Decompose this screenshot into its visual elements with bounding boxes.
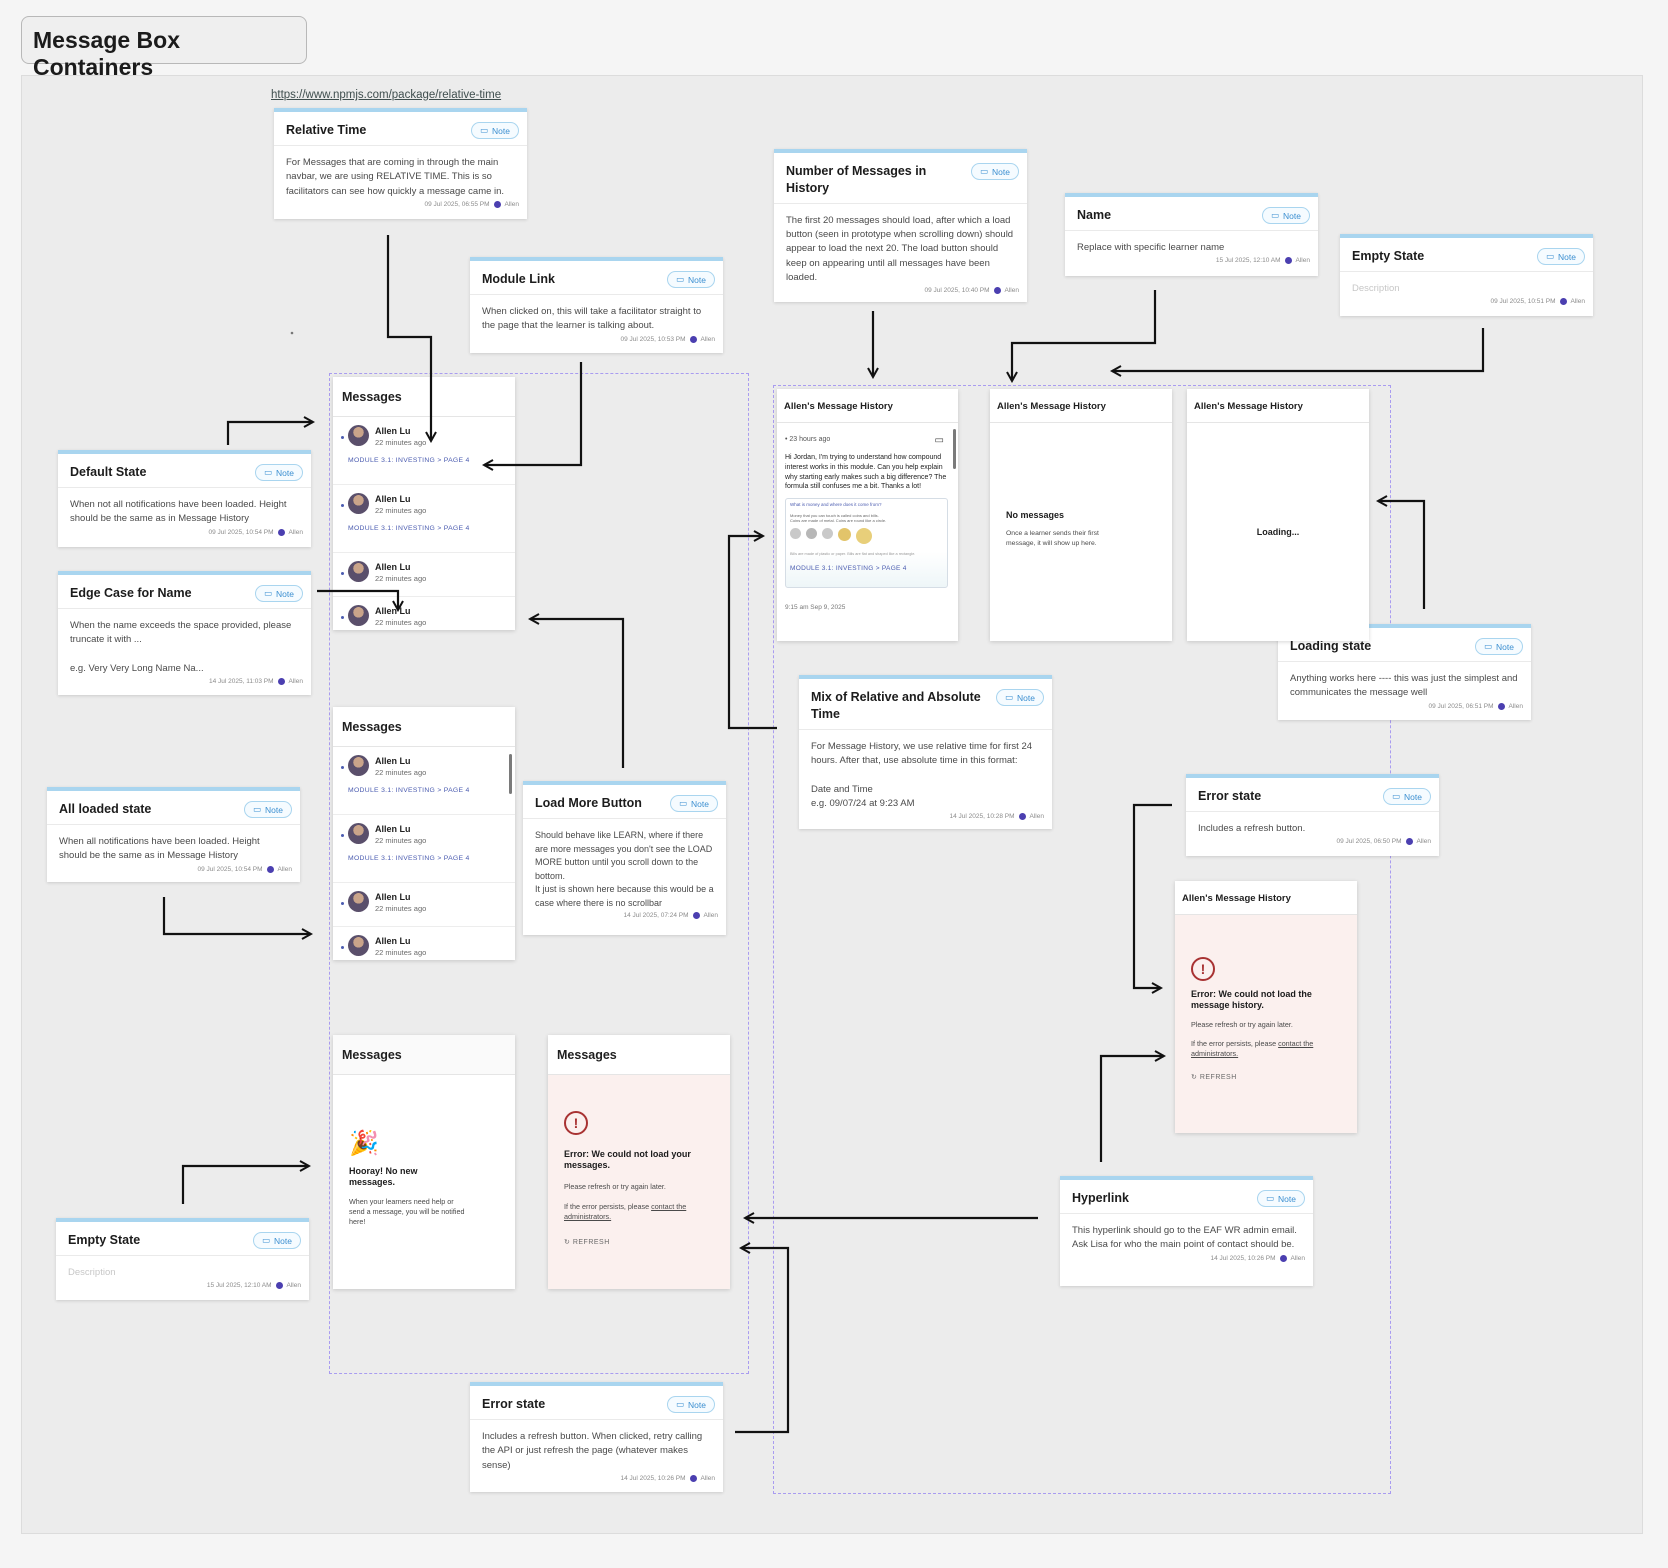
arrow-load-more [530, 619, 625, 768]
arrow-name [1012, 290, 1157, 381]
arrow-empty-state [181, 1166, 309, 1204]
arrow-empty-top [1112, 328, 1485, 371]
stray-dot [290, 331, 294, 335]
arrow-edge-case [317, 589, 398, 610]
arrow-loading [1378, 501, 1426, 609]
arrow-hyperlink-up [1099, 1056, 1164, 1162]
arrow-error-bottom [735, 1248, 790, 1434]
arrow-all-loaded [162, 897, 311, 934]
arrow-mix-time [727, 536, 777, 730]
arrow-default-state [226, 422, 313, 445]
arrow-error-right [1132, 803, 1172, 988]
arrow-relative-time [386, 235, 431, 441]
arrow-module-link [484, 362, 583, 465]
connector-arrows [162, 235, 1485, 1434]
